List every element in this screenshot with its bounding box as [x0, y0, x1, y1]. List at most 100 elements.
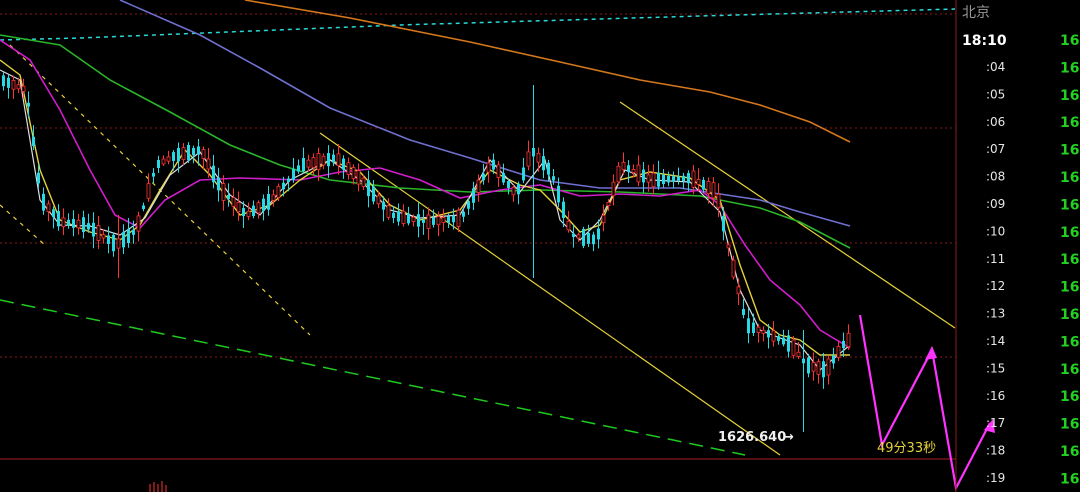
candle-body — [682, 175, 685, 182]
candle-body — [72, 219, 75, 228]
candle-body — [716, 193, 721, 209]
candles — [2, 72, 851, 432]
region-label: 北京 — [962, 5, 990, 21]
candle-body — [826, 358, 831, 376]
candle-body — [576, 234, 581, 239]
candle-body — [691, 170, 696, 188]
candle-body — [672, 176, 675, 182]
candle-body — [306, 159, 311, 168]
candle-body — [752, 322, 755, 334]
candle-body — [221, 183, 226, 201]
candle-body — [511, 186, 516, 196]
candle-body — [107, 235, 110, 244]
candle-body — [532, 147, 535, 157]
candle-body — [426, 214, 431, 229]
candle-body — [627, 165, 630, 172]
trend-lines — [319, 101, 956, 456]
candle-body — [747, 318, 750, 334]
right-value-label: 16 — [1060, 280, 1079, 296]
candle-body — [142, 205, 145, 210]
candle-body — [267, 193, 270, 210]
time-tick-label: :05 — [986, 87, 1005, 101]
candle-body — [726, 244, 731, 249]
candle-body — [327, 153, 330, 167]
candle-body — [42, 193, 45, 211]
candle-body — [761, 329, 766, 334]
candle-body — [11, 80, 16, 90]
candle-body — [616, 165, 621, 183]
candle-body — [52, 209, 55, 218]
time-tick-label: :17 — [986, 416, 1005, 430]
candle-body — [271, 194, 276, 201]
candle-body — [392, 212, 395, 218]
right-value-label: 16 — [1060, 307, 1079, 323]
candle-body — [742, 309, 745, 315]
candle-body — [507, 180, 510, 188]
candle-body — [811, 361, 816, 372]
candle-body — [206, 158, 211, 170]
candle-body — [597, 228, 600, 240]
candle-body — [92, 222, 95, 237]
candle-body — [782, 337, 785, 345]
candle-body — [82, 217, 85, 233]
candle-body — [146, 183, 151, 199]
candle-body — [771, 330, 776, 342]
candle-body — [722, 216, 725, 232]
right-value-label: 16 — [1060, 225, 1079, 241]
candle-body — [846, 332, 851, 348]
candle-body — [472, 188, 475, 203]
candle-body — [367, 180, 370, 197]
candle-body — [842, 340, 845, 349]
candle-body — [486, 162, 491, 173]
current-time-label: 18:10 — [962, 33, 1007, 49]
candle-body — [677, 176, 680, 181]
candle-body — [27, 102, 30, 107]
candle-body — [321, 155, 326, 166]
low-price-label: 1626.640 — [718, 430, 786, 445]
right-value-label: 16 — [1060, 115, 1079, 131]
candle-body — [496, 164, 501, 178]
candle-body — [601, 214, 606, 224]
candle-body — [417, 214, 420, 227]
candle-body — [592, 234, 595, 245]
candle-body — [197, 146, 200, 155]
candle-body — [212, 165, 215, 183]
time-tick-label: :06 — [986, 115, 1005, 129]
grid-lines — [0, 13, 956, 460]
candle-body — [441, 217, 446, 223]
right-value-label: 16 — [1060, 389, 1079, 405]
candle-body — [302, 158, 305, 172]
candle-body — [536, 152, 541, 163]
candle-body — [787, 335, 790, 352]
candle-body — [816, 361, 821, 375]
candle-body — [21, 85, 26, 92]
candle-body — [422, 219, 425, 223]
candle-body — [292, 168, 295, 180]
time-tick-label: :19 — [986, 471, 1005, 485]
projection-path — [858, 314, 991, 492]
candle-body — [346, 162, 351, 175]
candle-body — [706, 181, 711, 195]
candle-body — [572, 233, 575, 237]
price-chart[interactable]: 1626.640 → 49分33秒 北京 18:10 :04:05:06:07:… — [0, 0, 1080, 492]
candle-body — [336, 153, 341, 166]
candle-body — [157, 160, 160, 168]
candle-body — [122, 232, 125, 248]
right-value-label: 16 — [1060, 143, 1079, 159]
time-tick-label: :11 — [986, 252, 1005, 266]
candle-body — [502, 173, 505, 183]
candle-body — [386, 205, 391, 218]
candle-body — [227, 194, 230, 200]
candle-body — [832, 355, 835, 364]
candle-body — [522, 167, 525, 181]
candle-body — [351, 167, 356, 179]
candle-body — [836, 346, 841, 358]
candle-body — [16, 84, 21, 90]
candle-body — [411, 216, 416, 222]
candle-body — [127, 228, 130, 244]
candle-body — [342, 158, 345, 170]
candle-body — [256, 202, 261, 214]
candle-body — [217, 177, 220, 191]
candle-body — [7, 77, 10, 88]
candle-body — [807, 357, 810, 374]
